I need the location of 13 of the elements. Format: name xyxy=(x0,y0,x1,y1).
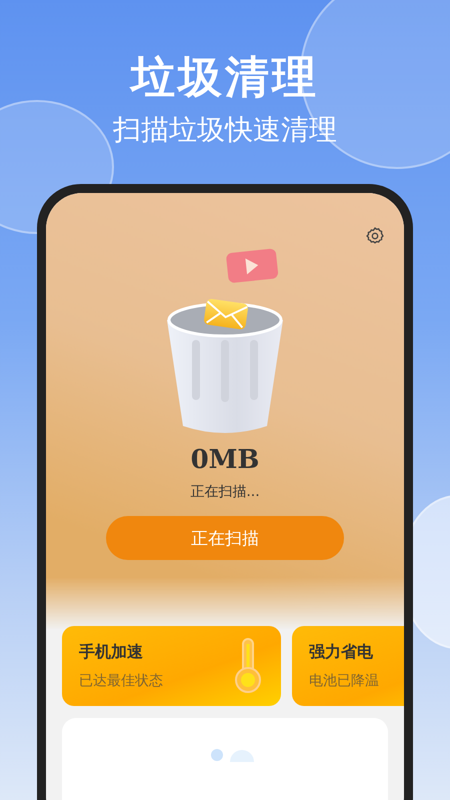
settings-icon[interactable] xyxy=(365,226,385,246)
card-title: 强力省电 xyxy=(309,642,374,663)
promo-title: 垃圾清理 xyxy=(131,51,319,105)
scan-status: 正在扫描... xyxy=(190,483,260,501)
feature-card[interactable]: 手机加速 已达最佳状态 xyxy=(62,626,281,706)
junk-size: 0MB xyxy=(190,444,260,477)
feature-card[interactable]: 强力省电 电池已降温 xyxy=(292,626,404,706)
bubbles-icon xyxy=(210,748,254,762)
card-subtitle: 电池已降温 xyxy=(309,672,379,690)
promo-subtitle: 扫描垃圾快速清理 xyxy=(113,112,337,148)
card-title: 手机加速 xyxy=(79,642,144,663)
card-subtitle: 已达最佳状态 xyxy=(79,672,163,690)
thermometer-icon xyxy=(233,638,263,694)
